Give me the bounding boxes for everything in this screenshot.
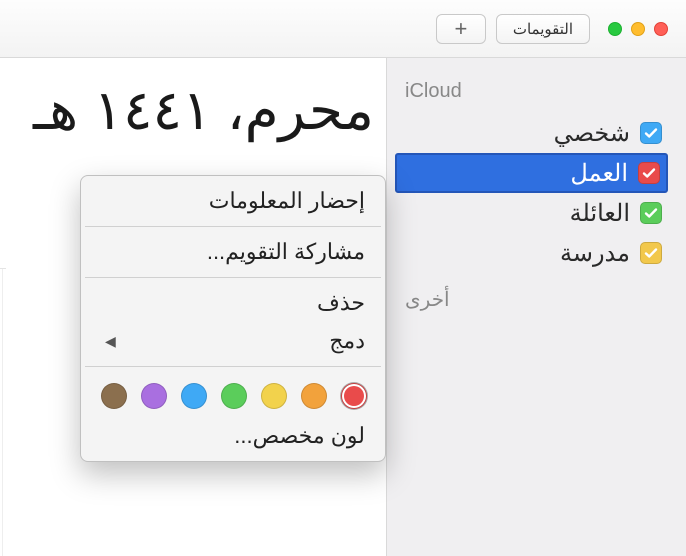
app-window: التقويمات + iCloud شخصي العمل العائلة مدرسة…: [0, 0, 686, 556]
color-swatch[interactable]: [261, 383, 287, 409]
calendar-checkbox[interactable]: [638, 162, 660, 184]
menu-separator: [85, 366, 381, 367]
calendar-item[interactable]: العمل: [395, 153, 668, 193]
calendar-checkbox[interactable]: [640, 122, 662, 144]
menu-share-calendar[interactable]: مشاركة التقويم...: [81, 233, 385, 271]
submenu-arrow-icon: ◀: [105, 333, 116, 350]
minimize-icon[interactable]: [631, 22, 645, 36]
titlebar: التقويمات +: [0, 0, 686, 58]
context-menu: إحضار المعلومات مشاركة التقويم... حذف دم…: [80, 175, 386, 462]
menu-separator: [85, 277, 381, 278]
month-title: محرم، ١٤٤١ هـ: [0, 78, 386, 142]
calendar-label: العائلة: [570, 199, 630, 228]
color-row: [81, 373, 385, 417]
calendar-item[interactable]: شخصي: [395, 113, 668, 153]
calendar-label: شخصي: [554, 119, 630, 148]
menu-separator: [85, 226, 381, 227]
group-label-icloud: iCloud: [395, 80, 668, 103]
color-swatch[interactable]: [341, 383, 367, 409]
calendars-button[interactable]: التقويمات: [496, 14, 590, 44]
menu-delete[interactable]: حذف: [81, 284, 385, 322]
menu-merge[interactable]: دمج ◀: [81, 322, 385, 360]
color-swatch[interactable]: [221, 383, 247, 409]
menu-merge-label: دمج: [329, 328, 365, 354]
color-swatch[interactable]: [301, 383, 327, 409]
calendar-checkbox[interactable]: [640, 202, 662, 224]
calendar-grid: [0, 268, 6, 556]
window-controls: [608, 22, 668, 36]
calendar-checkbox[interactable]: [640, 242, 662, 264]
calendar-item[interactable]: العائلة: [395, 193, 668, 233]
calendar-item[interactable]: مدرسة: [395, 233, 668, 273]
group-label-other: أخرى: [395, 287, 668, 312]
menu-get-info[interactable]: إحضار المعلومات: [81, 182, 385, 220]
menu-custom-color[interactable]: لون مخصص...: [81, 417, 385, 455]
calendar-label: مدرسة: [560, 239, 630, 268]
color-swatch[interactable]: [101, 383, 127, 409]
color-swatch[interactable]: [181, 383, 207, 409]
zoom-icon[interactable]: [608, 22, 622, 36]
calendar-label: العمل: [570, 159, 628, 188]
add-button[interactable]: +: [436, 14, 486, 44]
sidebar: iCloud شخصي العمل العائلة مدرسة أخرى: [386, 58, 686, 556]
color-swatch[interactable]: [141, 383, 167, 409]
close-icon[interactable]: [654, 22, 668, 36]
